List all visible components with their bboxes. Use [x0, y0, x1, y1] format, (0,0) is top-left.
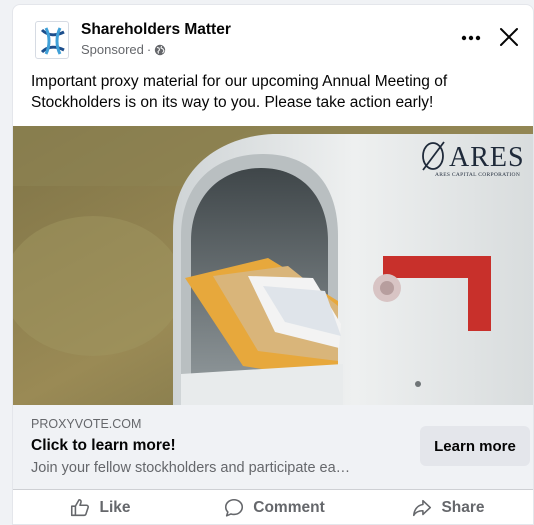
page-logo-icon[interactable] — [35, 21, 69, 59]
share-icon — [413, 499, 432, 517]
close-button[interactable] — [499, 27, 519, 47]
link-domain: PROXYVOTE.COM — [31, 417, 142, 431]
globe-icon — [155, 44, 166, 55]
link-description: Join your fellow stockholders and partic… — [31, 460, 351, 476]
image-logo-text: ARES — [449, 142, 525, 173]
like-label: Like — [99, 499, 131, 516]
sponsored-line: Sponsored · — [81, 42, 166, 57]
separator: · — [146, 42, 152, 57]
sponsored-post-card: Shareholders Matter Sponsored · Importan… — [12, 4, 534, 525]
comment-icon — [225, 498, 244, 517]
like-icon — [71, 498, 90, 517]
post-image[interactable]: ARES ARES CAPITAL CORPORATION — [13, 126, 533, 405]
post-caption: Important proxy material for our upcomin… — [31, 73, 448, 111]
post-header: Shareholders Matter Sponsored · — [13, 5, 533, 69]
share-button[interactable]: Share — [361, 490, 533, 524]
link-preview[interactable]: PROXYVOTE.COM Click to learn more! Join … — [13, 405, 533, 489]
close-icon — [500, 28, 518, 46]
image-logo-subtext: ARES CAPITAL CORPORATION — [435, 172, 521, 178]
page-name[interactable]: Shareholders Matter — [81, 21, 231, 39]
sponsored-label[interactable]: Sponsored — [81, 42, 144, 57]
comment-label: Comment — [253, 499, 325, 516]
more-options-button[interactable] — [457, 27, 485, 47]
more-icon — [461, 35, 481, 41]
comment-button[interactable]: Comment — [187, 490, 361, 524]
link-headline[interactable]: Click to learn more! — [31, 437, 176, 455]
share-label: Share — [441, 499, 485, 516]
learn-more-button[interactable]: Learn more — [420, 426, 530, 466]
like-button[interactable]: Like — [13, 490, 187, 524]
action-bar: Like Comment Share — [13, 489, 533, 524]
